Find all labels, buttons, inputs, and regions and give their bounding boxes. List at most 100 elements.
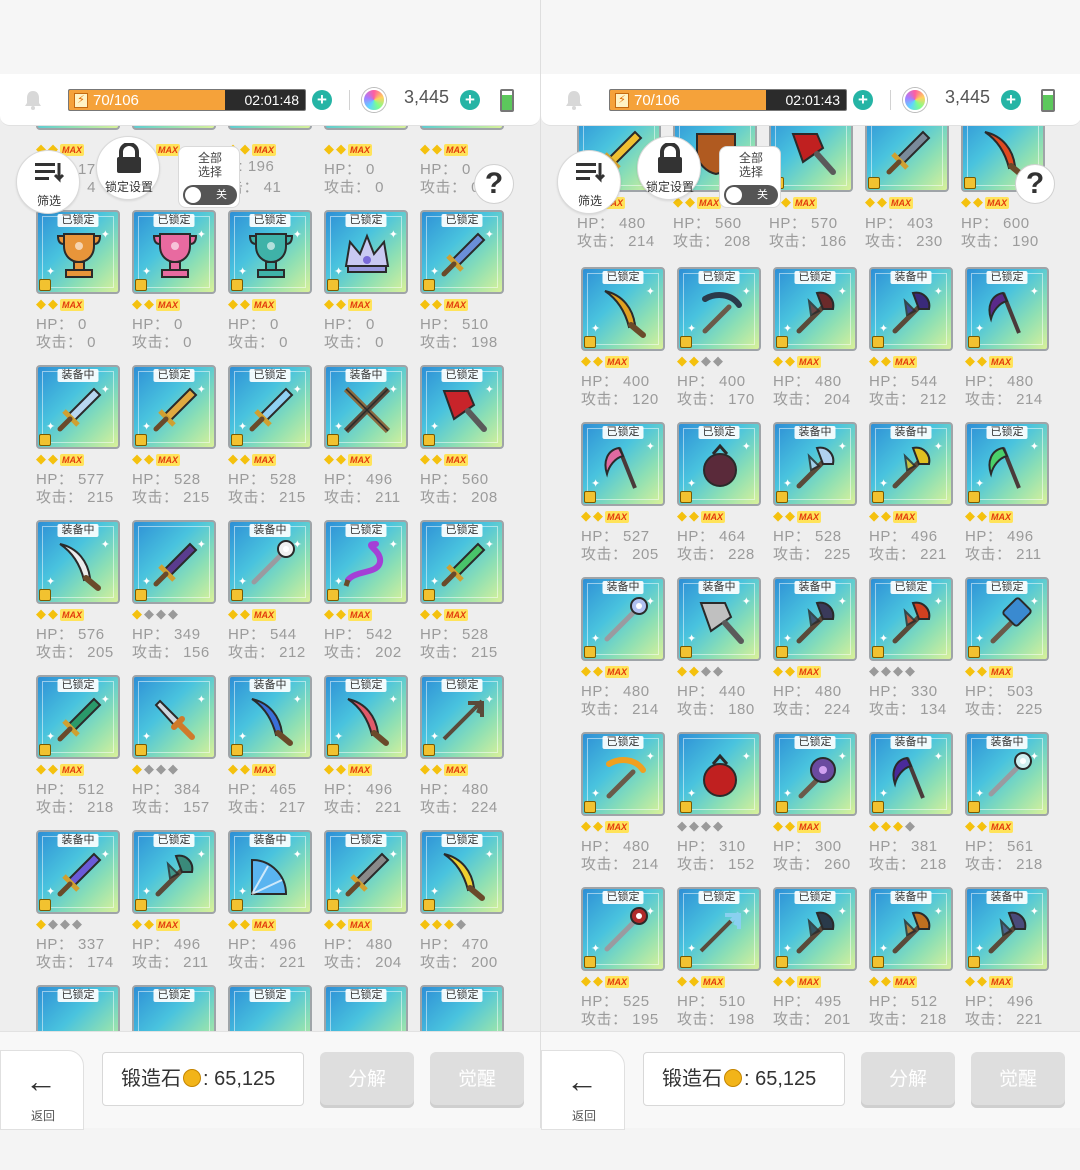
awaken-button[interactable]: 觉醒 [430, 1052, 524, 1108]
equipment-tile[interactable]: 装备中 ✦ ✦ [36, 830, 120, 914]
equipment-card[interactable]: 已锁定 ✦ ✦ ◆ ◆ MAX HP： 528 攻击： 215 [226, 365, 314, 513]
equipment-tile[interactable]: 装备中 ✦ ✦ [965, 887, 1049, 971]
equipment-card[interactable]: 已锁定 ✦ ✦ ◆ ◆ ◆ ◆ HP： 330 攻击： 134 [867, 577, 955, 725]
equipment-card-partial[interactable]: 已锁定 [418, 985, 506, 1031]
add-gems-button[interactable]: + [460, 90, 480, 110]
equipment-card[interactable]: 装备中 ✦ ✦ ◆ ◆ MAX HP： 480 攻击： 224 [771, 577, 859, 725]
equipment-tile[interactable]: 装备中 ✦ ✦ [869, 887, 953, 971]
decompose-button[interactable]: 分解 [861, 1052, 955, 1108]
lock-settings-button[interactable]: 锁定设置 [96, 136, 160, 200]
equipment-card-partial[interactable]: ◆ ◆ MAX HP： 403 攻击： 230 [863, 126, 951, 256]
equipment-tile[interactable]: 装备中 ✦ ✦ [228, 830, 312, 914]
equipment-card[interactable]: 装备中 ✦ ✦ ◆ ◆ MAX HP： 496 攻击： 221 [867, 422, 955, 570]
equipment-card[interactable]: 已锁定 ✦ ✦ ◆ ◆ MAX HP： 525 攻击： 195 [579, 887, 667, 1035]
equipment-card[interactable]: 已锁定 ✦ ✦ ◆ ◆ MAX HP： 0 攻击： 0 [322, 210, 410, 358]
filter-button[interactable]: 筛选 [16, 150, 80, 214]
equipment-card[interactable]: 已锁定 ✦ ✦ ◆ ◆ MAX HP： 480 攻击： 214 [579, 732, 667, 880]
equipment-tile[interactable]: 已锁定 ✦ ✦ [773, 887, 857, 971]
equipment-tile[interactable]: ✦ ✦ [132, 675, 216, 759]
equipment-card-partial[interactable]: 已锁定 [226, 985, 314, 1031]
equipment-card[interactable]: 已锁定 ✦ ✦ ◆ ◆ MAX HP： 496 攻击： 211 [130, 830, 218, 978]
back-button[interactable]: ← 返回 [541, 1050, 625, 1130]
equipment-card[interactable]: 已锁定 ✦ ✦ ◆ ◆ MAX HP： 560 攻击： 208 [418, 365, 506, 513]
equipment-tile[interactable]: 已锁定 ✦ ✦ [965, 577, 1049, 661]
filter-button[interactable]: 筛选 [557, 150, 621, 214]
equipment-card[interactable]: 已锁定 ✦ ✦ ◆ ◆ MAX HP： 400 攻击： 120 [579, 267, 667, 415]
equipment-card[interactable]: 装备中 ✦ ✦ ◆ ◆ MAX HP： 577 攻击： 215 [34, 365, 122, 513]
decompose-button[interactable]: 分解 [320, 1052, 414, 1108]
equipment-card[interactable]: 已锁定 ✦ ✦ ◆ ◆ MAX HP： 528 攻击： 215 [130, 365, 218, 513]
equipment-tile[interactable]: 已锁定 ✦ ✦ [132, 830, 216, 914]
equipment-card[interactable]: 已锁定 ✦ ✦ ◆ ◆ MAX HP： 480 攻击： 224 [418, 675, 506, 823]
equipment-card[interactable]: 已锁定 ✦ ✦ ◆ ◆ MAX HP： 503 攻击： 225 [963, 577, 1051, 725]
add-stamina-button[interactable]: + [853, 90, 873, 110]
equipment-tile[interactable]: 已锁定 ✦ ✦ [420, 210, 504, 294]
equipment-card[interactable]: 装备中 ✦ ✦ ◆ ◆ MAX HP： 512 攻击： 218 [867, 887, 955, 1035]
equipment-tile[interactable]: 装备中 ✦ ✦ [773, 577, 857, 661]
select-all-control[interactable]: 全部 选择关 [719, 146, 781, 208]
help-button[interactable]: ? [474, 164, 514, 204]
equipment-tile[interactable]: 装备中 ✦ ✦ [869, 267, 953, 351]
select-all-toggle[interactable]: 关 [183, 185, 237, 205]
equipment-card-partial[interactable]: 已锁定 [130, 985, 218, 1031]
equipment-card[interactable]: 已锁定 ✦ ✦ ◆ ◆ MAX HP： 527 攻击： 205 [579, 422, 667, 570]
equipment-tile[interactable]: 已锁定 ✦ ✦ [677, 887, 761, 971]
equipment-tile[interactable]: 已锁定 ✦ ✦ [869, 577, 953, 661]
equipment-card[interactable]: 已锁定 ✦ ✦ ◆ ◆ MAX HP： 0 攻击： 0 [226, 210, 314, 358]
equipment-tile[interactable]: 装备中 ✦ ✦ [36, 520, 120, 604]
equipment-tile[interactable]: 已锁定 [324, 985, 408, 1031]
equipment-tile[interactable]: 已锁定 ✦ ✦ [420, 520, 504, 604]
equipment-tile[interactable]: 已锁定 ✦ ✦ [420, 365, 504, 449]
equipment-card[interactable]: 已锁定 ✦ ✦ ◆ ◆ MAX HP： 528 攻击： 215 [418, 520, 506, 668]
equipment-tile[interactable]: ✦ ✦ [677, 732, 761, 816]
equipment-card[interactable]: 已锁定 ✦ ✦ ◆ ◆ MAX HP： 480 攻击： 214 [963, 267, 1051, 415]
equipment-card[interactable]: ✦ ✦ ◆ ◆ ◆ ◆ HP： 349 攻击： 156 [130, 520, 218, 668]
equipment-tile[interactable]: 已锁定 ✦ ✦ [132, 210, 216, 294]
equipment-card[interactable]: 装备中 ✦ ✦ ◆ ◆ ◆ ◆ HP： 381 攻击： 218 [867, 732, 955, 880]
equipment-card[interactable]: 装备中 ✦ ✦ ◆ ◆ MAX HP： 496 攻击： 221 [226, 830, 314, 978]
equipment-card[interactable]: 已锁定 ✦ ✦ ◆ ◆ MAX HP： 496 攻击： 211 [963, 422, 1051, 570]
add-stamina-button[interactable]: + [312, 90, 332, 110]
equipment-tile[interactable]: 已锁定 ✦ ✦ [581, 267, 665, 351]
equipment-tile[interactable]: 已锁定 ✦ ✦ [420, 675, 504, 759]
equipment-tile[interactable]: 装备中 ✦ ✦ [228, 520, 312, 604]
equipment-tile[interactable]: 已锁定 [36, 985, 120, 1031]
awaken-button[interactable]: 觉醒 [971, 1052, 1065, 1108]
equipment-card[interactable]: 装备中 ✦ ✦ ◆ ◆ ◆ ◆ HP： 440 攻击： 180 [675, 577, 763, 725]
equipment-card[interactable]: 已锁定 ✦ ✦ ◆ ◆ MAX HP： 496 攻击： 221 [322, 675, 410, 823]
equipment-card[interactable]: 已锁定 ✦ ✦ ◆ ◆ ◆ ◆ HP： 470 攻击： 200 [418, 830, 506, 978]
equipment-card[interactable]: 已锁定 ✦ ✦ ◆ ◆ MAX HP： 300 攻击： 260 [771, 732, 859, 880]
equipment-card[interactable]: 装备中 ✦ ✦ ◆ ◆ MAX HP： 480 攻击： 214 [579, 577, 667, 725]
equipment-card[interactable]: 装备中 ✦ ✦ ◆ ◆ MAX HP： 465 攻击： 217 [226, 675, 314, 823]
equipment-tile[interactable]: 装备中 ✦ ✦ [869, 732, 953, 816]
equipment-tile[interactable]: 已锁定 ✦ ✦ [420, 830, 504, 914]
equipment-card[interactable]: 已锁定 ✦ ✦ ◆ ◆ MAX HP： 0 攻击： 0 [34, 210, 122, 358]
equipment-tile[interactable]: 已锁定 ✦ ✦ [324, 520, 408, 604]
equipment-card-partial[interactable]: ◆ ◆ MAX HP： 0 攻击： 0 [322, 46, 410, 196]
equipment-tile[interactable]: 已锁定 ✦ ✦ [132, 365, 216, 449]
equipment-card[interactable]: 装备中 ✦ ✦ ◆ ◆ MAX HP： 528 攻击： 225 [771, 422, 859, 570]
equipment-tile[interactable]: 已锁定 [420, 985, 504, 1031]
equipment-card[interactable]: ✦ ✦ ◆ ◆ ◆ ◆ HP： 384 攻击： 157 [130, 675, 218, 823]
equipment-tile[interactable]: 装备中 ✦ ✦ [581, 577, 665, 661]
equipment-card[interactable]: 已锁定 ✦ ✦ ◆ ◆ MAX HP： 510 攻击： 198 [418, 210, 506, 358]
equipment-tile[interactable]: 已锁定 ✦ ✦ [965, 422, 1049, 506]
equipment-card[interactable]: 已锁定 ✦ ✦ ◆ ◆ MAX HP： 480 攻击： 204 [771, 267, 859, 415]
equipment-card[interactable]: 已锁定 ✦ ✦ ◆ ◆ MAX HP： 512 攻击： 218 [34, 675, 122, 823]
equipment-tile[interactable]: 装备中 ✦ ✦ [324, 365, 408, 449]
equipment-tile[interactable]: 已锁定 ✦ ✦ [324, 675, 408, 759]
bell-icon[interactable] [563, 89, 585, 111]
equipment-tile[interactable]: 已锁定 ✦ ✦ [324, 210, 408, 294]
equipment-card[interactable]: 已锁定 ✦ ✦ ◆ ◆ MAX HP： 510 攻击： 198 [675, 887, 763, 1035]
help-button[interactable]: ? [1015, 164, 1055, 204]
equipment-card[interactable]: 装备中 ✦ ✦ ◆ ◆ MAX HP： 561 攻击： 218 [963, 732, 1051, 880]
equipment-tile[interactable]: 已锁定 ✦ ✦ [677, 267, 761, 351]
equipment-card[interactable]: 已锁定 ✦ ✦ ◆ ◆ MAX HP： 480 攻击： 204 [322, 830, 410, 978]
equipment-tile[interactable]: 装备中 ✦ ✦ [773, 422, 857, 506]
equipment-card[interactable]: 已锁定 ✦ ✦ ◆ ◆ MAX HP： 464 攻击： 228 [675, 422, 763, 570]
equipment-card[interactable]: 已锁定 ✦ ✦ ◆ ◆ ◆ ◆ HP： 400 攻击： 170 [675, 267, 763, 415]
lock-settings-button[interactable]: 锁定设置 [637, 136, 701, 200]
equipment-card[interactable]: 已锁定 ✦ ✦ ◆ ◆ MAX HP： 0 攻击： 0 [130, 210, 218, 358]
equipment-card[interactable]: 已锁定 ✦ ✦ ◆ ◆ MAX HP： 495 攻击： 201 [771, 887, 859, 1035]
equipment-tile[interactable]: 已锁定 ✦ ✦ [581, 422, 665, 506]
